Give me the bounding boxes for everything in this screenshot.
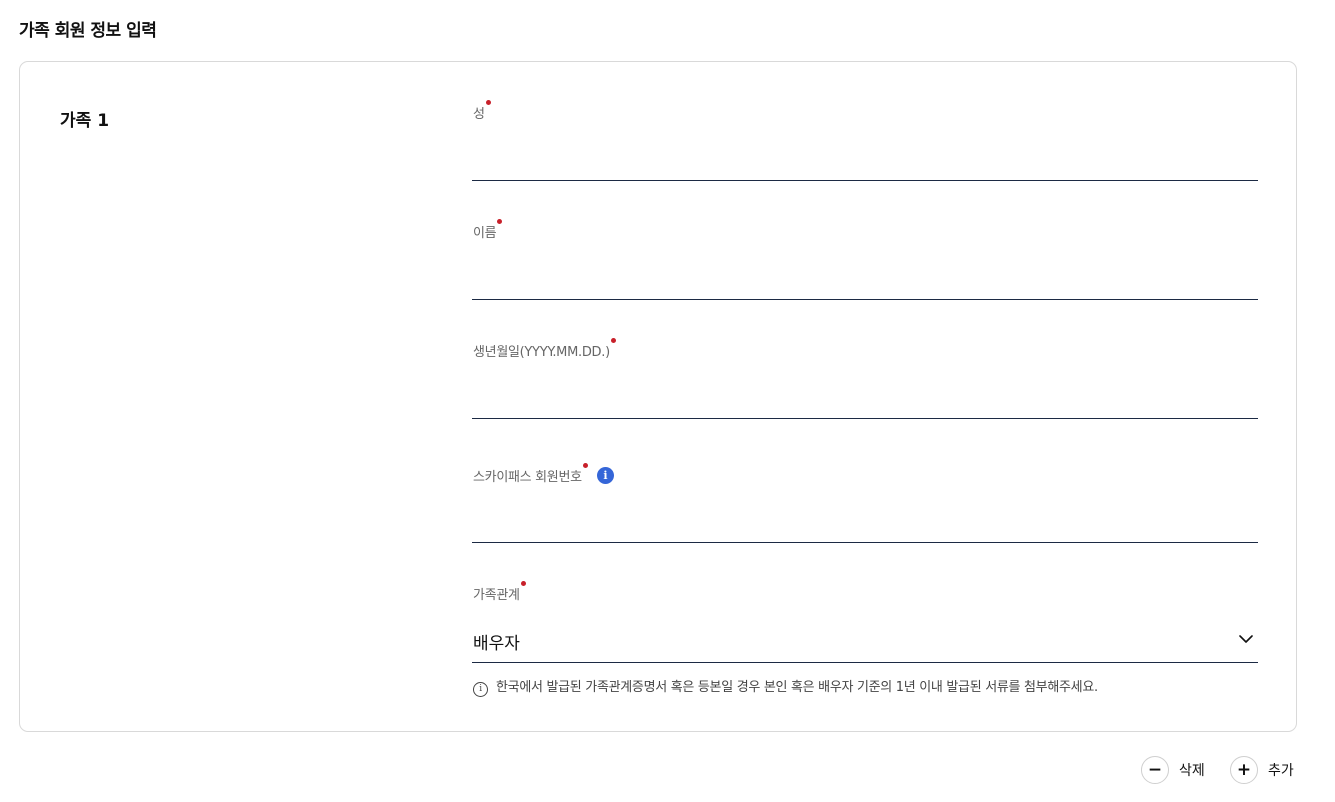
- birthdate-label-text: 생년월일(YYYY.MM.DD.): [473, 345, 610, 360]
- first-name-label-text: 이름: [473, 226, 497, 241]
- required-dot: [520, 581, 526, 586]
- required-dot: [485, 100, 491, 105]
- member-number-label: 스카이패스 회원번호 i: [473, 463, 614, 486]
- relationship-selected-value: 배우자: [473, 634, 520, 654]
- page-title: 가족 회원 정보 입력: [19, 21, 157, 41]
- info-icon[interactable]: i: [596, 467, 614, 484]
- required-dot: [497, 219, 503, 224]
- relationship-label: 가족관계: [473, 581, 526, 603]
- last-name-label-text: 성: [473, 107, 485, 122]
- add-label: 추가: [1268, 763, 1294, 779]
- first-name-input[interactable]: [472, 260, 1258, 300]
- delete-label: 삭제: [1179, 763, 1205, 779]
- info-circle-icon: i: [473, 682, 488, 697]
- last-name-label: 성: [473, 100, 491, 122]
- required-dot: [582, 463, 588, 468]
- relationship-select[interactable]: 배우자: [472, 619, 1258, 663]
- document-notice: i 한국에서 발급된 가족관계증명서 혹은 등본일 경우 본인 혹은 배우자 기준…: [473, 676, 1098, 697]
- last-name-input[interactable]: [472, 141, 1258, 181]
- chevron-down-icon: [1239, 635, 1253, 643]
- required-dot: [610, 338, 616, 343]
- member-title: 가족 1: [60, 111, 110, 131]
- notice-text: 한국에서 발급된 가족관계증명서 혹은 등본일 경우 본인 혹은 배우자 기준의…: [496, 680, 1098, 695]
- delete-button[interactable]: − 삭제: [1141, 755, 1205, 785]
- minus-icon: −: [1141, 756, 1169, 784]
- family-member-card: 가족 1 성 이름 생년월일(YYYY.MM.DD.) 스카이패스 회원번호 i …: [19, 61, 1297, 732]
- birthdate-label: 생년월일(YYYY.MM.DD.): [473, 338, 616, 360]
- birthdate-input[interactable]: [472, 379, 1258, 419]
- member-number-input[interactable]: [472, 503, 1258, 543]
- relationship-label-text: 가족관계: [473, 588, 520, 603]
- add-button[interactable]: + 추가: [1230, 755, 1294, 785]
- plus-icon: +: [1230, 756, 1258, 784]
- member-number-label-text: 스카이패스 회원번호: [473, 470, 582, 485]
- first-name-label: 이름: [473, 219, 503, 241]
